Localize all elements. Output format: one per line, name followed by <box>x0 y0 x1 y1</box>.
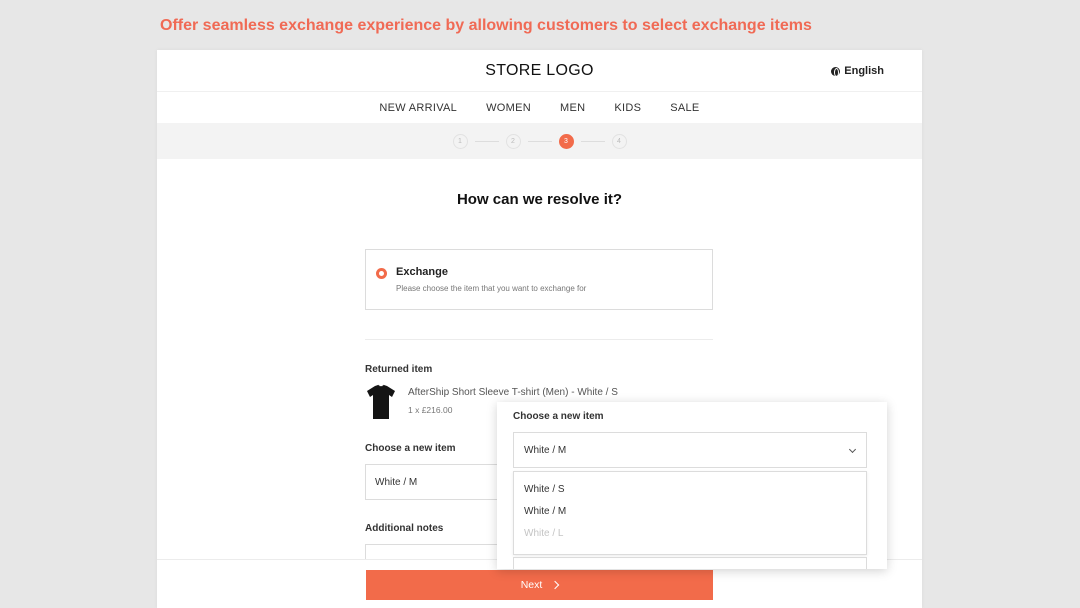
option-title: Exchange <box>396 266 448 278</box>
nav-item-sale[interactable]: SALE <box>670 102 699 114</box>
additional-notes-label: Additional notes <box>365 523 444 534</box>
chevron-down-icon[interactable] <box>848 445 857 454</box>
popup-title: Choose a new item <box>513 411 604 422</box>
step-connector <box>580 140 605 142</box>
step-connector <box>527 140 552 142</box>
exchange-option-card[interactable]: Exchange Please choose the item that you… <box>365 249 713 310</box>
language-selector[interactable]: English <box>831 65 884 77</box>
radio-selected-icon[interactable] <box>376 268 387 279</box>
step-4: 4 <box>611 133 627 149</box>
step-2: 2 <box>505 133 521 149</box>
top-bar: STORE LOGO English <box>157 50 922 92</box>
option-description: Please choose the item that you want to … <box>396 284 587 293</box>
main-nav: NEW ARRIVAL WOMEN MEN KIDS SALE <box>157 92 922 123</box>
product-quantity-price: 1 x £216.00 <box>408 405 453 415</box>
option-white-s[interactable]: White / S <box>514 478 866 500</box>
page-title: How can we resolve it? <box>456 191 623 208</box>
caption-text: Offer seamless exchange experience by al… <box>160 17 812 34</box>
step-1: 1 <box>452 133 468 149</box>
next-button-label: Next <box>520 579 543 591</box>
step-connector <box>474 140 499 142</box>
progress-stepper: 1 2 3 4 <box>157 123 922 159</box>
product-name: AfterShip Short Sleeve T-shirt (Men) - W… <box>408 387 618 398</box>
nav-item-new-arrival[interactable]: NEW ARRIVAL <box>379 102 457 114</box>
nav-item-kids[interactable]: KIDS <box>614 102 641 114</box>
choose-item-label: Choose a new item <box>365 443 456 454</box>
returned-item-label: Returned item <box>365 364 433 375</box>
step-3-active: 3 <box>558 133 574 149</box>
nav-item-men[interactable]: MEN <box>560 102 585 114</box>
store-logo[interactable]: STORE LOGO <box>157 62 922 80</box>
divider <box>365 339 713 340</box>
choose-item-popup: Choose a new item White / M White / S Wh… <box>497 402 887 569</box>
option-white-l: White / L <box>524 528 564 539</box>
option-white-m[interactable]: White / M <box>514 500 866 522</box>
language-label: English <box>844 65 884 77</box>
popup-select-value: White / M <box>524 445 567 456</box>
popup-options-list: White / S White / M White / L <box>513 471 867 555</box>
next-button[interactable]: Next <box>366 570 713 600</box>
nav-item-women[interactable]: WOMEN <box>486 102 531 114</box>
globe-icon <box>831 66 841 77</box>
tshirt-thumbnail <box>367 384 395 419</box>
popup-field-below <box>513 557 867 569</box>
chevron-right-icon <box>551 580 560 590</box>
popup-select[interactable]: White / M <box>513 432 867 468</box>
